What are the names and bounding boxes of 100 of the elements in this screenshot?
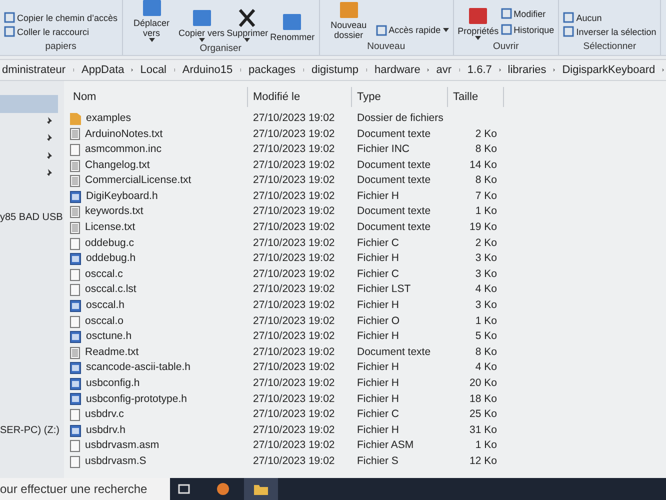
file-name[interactable]: osccal.h [86,298,125,314]
file-name[interactable]: usbdrvasm.asm [85,438,160,454]
ribbon-command-button[interactable]: Coller le raccourci [4,26,118,38]
modified-date: 27/10/2023 19:02 [253,392,335,405]
breadcrumb-item[interactable]: DigisparkKeyboard [562,62,656,78]
code-file-icon [70,300,81,312]
file-name[interactable]: osccal.c [85,266,123,283]
file-type: Fichier H [357,299,400,312]
browser-icon[interactable] [216,482,230,496]
file-icon [70,144,80,156]
column-header[interactable]: Modifié le [248,87,352,107]
ribbon-command-button[interactable]: Copier vers [178,8,225,42]
file-type: Document texte [357,346,431,358]
file-name[interactable]: oddebug.h [86,251,136,268]
file-name[interactable]: scancode-ascii-table.h [86,360,190,376]
breadcrumb-item[interactable]: Arduino15 [182,62,233,78]
modified-date: 27/10/2023 19:02 [253,128,335,140]
file-name[interactable]: examples [86,110,131,127]
file-size: 31 Ko [470,424,497,436]
file-name[interactable]: osccal.o [85,314,124,330]
column-header[interactable]: Nom [68,87,248,107]
ribbon-command-button[interactable]: Accès rapide [376,24,449,36]
file-size: 8 Ko [475,346,497,358]
file-name[interactable]: oddebug.c [85,236,134,252]
modified-date: 27/10/2023 19:02 [253,439,335,452]
breadcrumb-item[interactable]: avr [436,62,452,78]
file-type: Fichier S [357,454,398,467]
command-icon [4,26,15,38]
file-icon [70,409,80,422]
text-file-icon [70,160,80,172]
file-type: Fichier H [357,424,400,436]
file-name[interactable]: usbdrv.c [85,407,124,423]
modified-date: 27/10/2023 19:02 [253,221,335,234]
file-type: Dossier de fichiers [357,112,444,124]
breadcrumb-item[interactable]: dministrateur [2,62,66,78]
modified-date: 27/10/2023 19:02 [253,314,335,327]
breadcrumb-item[interactable]: 1.6.7 [467,62,492,78]
command-icon [563,12,574,24]
file-name[interactable]: License.txt [85,220,136,236]
modified-date: 27/10/2023 19:02 [253,377,335,390]
modified-date: 27/10/2023 19:02 [253,268,335,280]
address-bar[interactable]: dministrateur AppData Local Arduino15 packages digistump hardware avr 1.6.7 libraries DigisparkKeyboard [0,59,666,81]
command-icon [500,24,512,36]
breadcrumb-item[interactable]: libraries [508,62,546,78]
ribbon-command-button[interactable]: Propriétés [458,6,499,40]
file-size: 20 Ko [470,377,497,390]
breadcrumb-item[interactable]: Local [140,62,166,78]
file-type: Fichier H [357,252,400,264]
ribbon-command-button[interactable]: Renommer [270,12,315,42]
modified-date: 27/10/2023 19:02 [253,252,335,264]
breadcrumb-item[interactable]: packages [248,62,296,78]
file-name[interactable]: CommercialLicense.txt [85,173,192,190]
file-size: 7 Ko [475,190,497,202]
ribbon-command-button[interactable]: Aucun [563,12,656,24]
ribbon-command-button[interactable]: Nouveau dossier [324,0,374,40]
file-name[interactable]: osctune.h [86,329,132,345]
breadcrumb-item[interactable]: digistump [311,62,359,78]
ribbon-command-button[interactable]: Inverser la sélection [563,26,656,38]
search-field[interactable]: our effectuer une recherche [0,478,170,500]
command-icon [376,24,387,36]
text-file-icon [70,222,80,234]
file-name[interactable]: osccal.c.lst [85,282,136,298]
column-header[interactable]: Taille [448,87,504,107]
file-size: 5 Ko [475,330,497,342]
ribbon-command-button[interactable]: Supprimer [226,8,268,42]
file-name[interactable]: usbconfig-prototype.h [86,392,187,408]
task-view-icon[interactable] [178,484,190,494]
file-name[interactable]: Changelog.txt [85,158,150,174]
file-name[interactable]: DigiKeyboard.h [86,188,158,205]
file-type: Fichier ASM [357,439,414,452]
file-name[interactable]: usbconfig.h [86,376,140,392]
file-size: 12 Ko [470,454,497,467]
file-name[interactable]: usbdrv.h [86,422,126,439]
file-name[interactable]: Readme.txt [85,344,139,361]
ribbon-command-button[interactable]: Historique [500,24,554,36]
modified-date: 27/10/2023 19:02 [253,454,335,467]
file-type: Document texte [357,221,431,234]
taskbar-folder-button[interactable] [244,478,278,500]
ribbon-command-button[interactable]: Déplacer vers [126,0,177,42]
ribbon-group-label: Nouveau [366,40,406,54]
file-name[interactable]: keywords.txt [85,204,144,220]
file-type: Document texte [357,128,431,140]
breadcrumb-item[interactable]: hardware [374,62,420,78]
file-name[interactable]: usbdrvasm.S [85,454,146,470]
chevron-right-icon [498,66,501,74]
folder-icon [254,484,268,494]
code-file-icon [70,362,81,374]
modified-date: 27/10/2023 19:02 [253,190,335,202]
breadcrumb-item[interactable]: AppData [81,62,124,78]
modified-date: 27/10/2023 19:02 [253,205,335,218]
file-size: 8 Ko [475,143,497,156]
file-type: Fichier H [357,361,400,374]
column-header[interactable]: Type [352,87,448,107]
file-type: Fichier LST [357,283,411,296]
ribbon-command-button[interactable]: Copier le chemin d’accès [4,12,118,24]
file-size: 14 Ko [470,158,497,171]
file-name[interactable]: ArduinoNotes.txt [85,126,163,142]
ribbon-command-button[interactable]: Modifier [500,8,554,20]
file-name[interactable]: asmcommon.inc [85,142,162,158]
chevron-right-icon [427,66,430,74]
